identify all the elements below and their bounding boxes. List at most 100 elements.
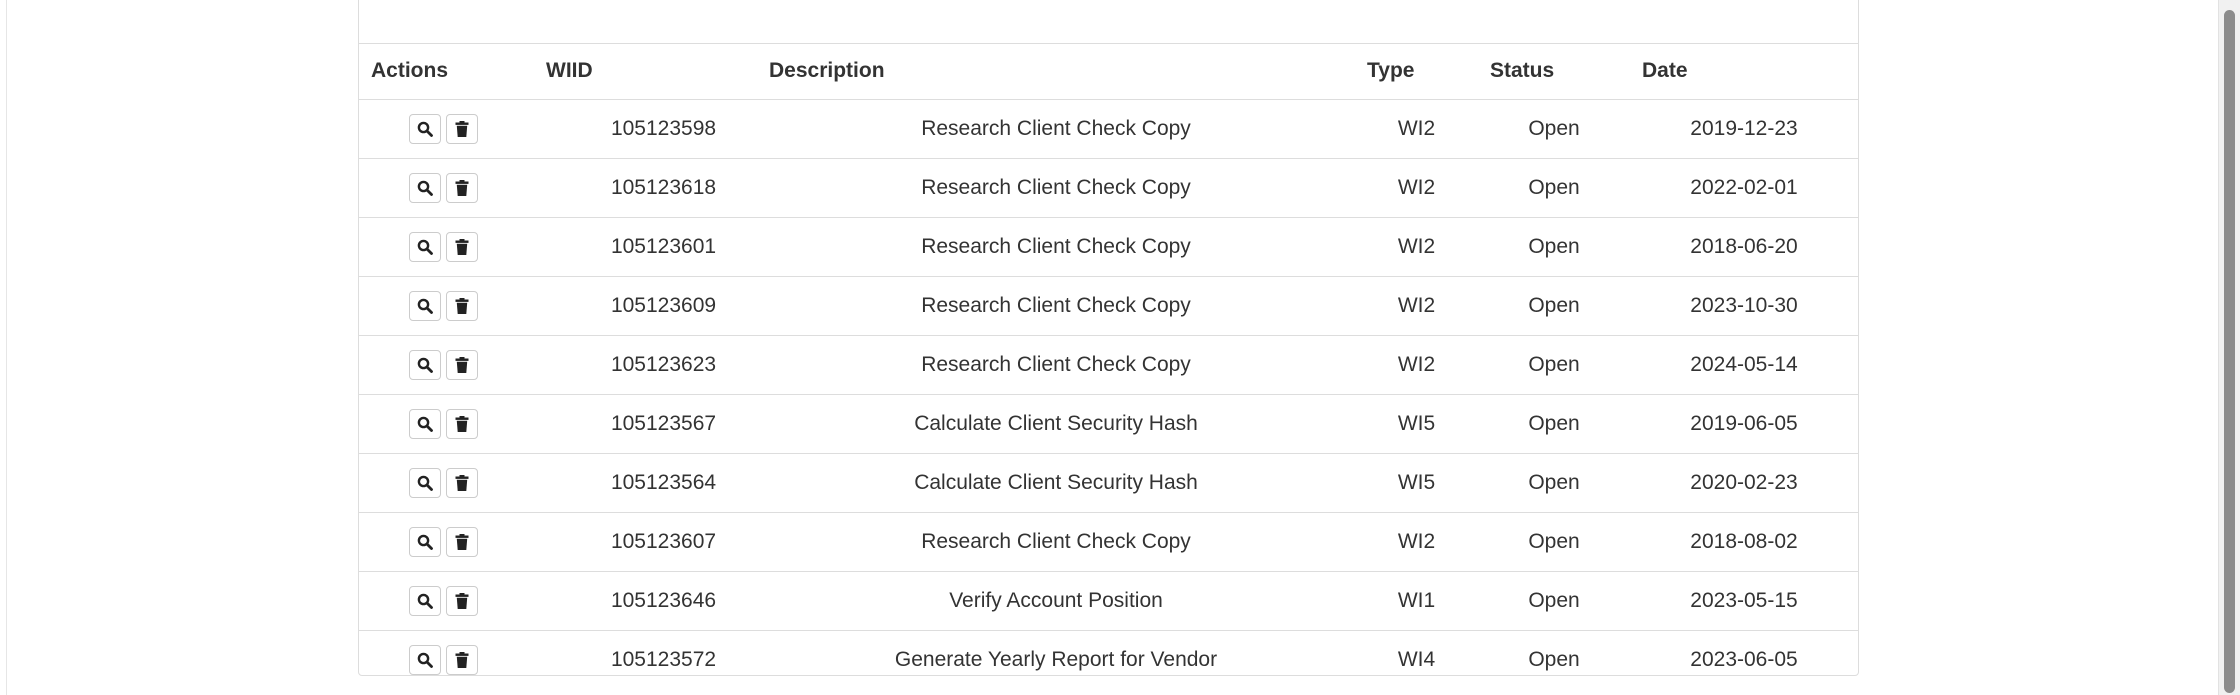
- cell-date: 2020-02-23: [1630, 452, 1858, 512]
- cell-type: WI2: [1397, 116, 1436, 140]
- cell-description: Research Client Check Copy: [757, 334, 1355, 394]
- table-row: 105123598 Research Client Check Copy WI2 Op…: [359, 99, 1858, 158]
- cell-description: Research Client Check Copy: [757, 511, 1355, 571]
- delete-button[interactable]: [446, 585, 478, 616]
- page: Actions WIID Description Type Status Dat…: [0, 0, 2240, 695]
- cell-wiid: 105123609: [534, 275, 757, 335]
- header-wiid: WIID: [534, 44, 757, 100]
- cell-date: 2019-06-05: [1630, 393, 1858, 453]
- delete-button[interactable]: [446, 231, 478, 262]
- cell-type: WI5: [1355, 452, 1478, 512]
- table-row: 105123572 Generate Yearly Report for Vend…: [359, 629, 1858, 689]
- page-left-border: [6, 0, 7, 695]
- cell-wiid: 105123623: [534, 334, 757, 394]
- cell-type: WI4: [1355, 629, 1478, 689]
- cell-type: WI2: [1355, 275, 1478, 335]
- cell-wiid: 105123598: [610, 116, 717, 140]
- row-actions: [359, 452, 534, 512]
- view-button[interactable]: [409, 585, 441, 616]
- view-button[interactable]: [409, 408, 441, 439]
- table-row: 105123618 Research Client Check Copy WI2 Op…: [359, 157, 1858, 217]
- table-body: 105123598 Research Client Check Copy WI2 Op…: [359, 99, 1858, 689]
- cell-date: 2024-05-14: [1630, 334, 1858, 394]
- cell-date: 2023-06-05: [1630, 629, 1858, 689]
- cell-type: WI2: [1355, 216, 1478, 276]
- view-button[interactable]: [409, 113, 441, 144]
- cell-wiid: 105123646: [534, 570, 757, 630]
- delete-button[interactable]: [446, 290, 478, 321]
- cell-type: WI5: [1355, 393, 1478, 453]
- header-type: Type: [1355, 44, 1478, 100]
- table-row: 105123601 Research Client Check Copy WI2 Op…: [359, 216, 1858, 276]
- cell-description: Research Client Check Copy: [757, 216, 1355, 276]
- cell-date: 2023-05-15: [1630, 570, 1858, 630]
- cell-description: Research Client Check Copy: [921, 116, 1191, 140]
- view-button[interactable]: [409, 349, 441, 380]
- cell-type: WI2: [1355, 334, 1478, 394]
- row-actions: [359, 216, 534, 276]
- scrollbar-thumb[interactable]: [2224, 10, 2235, 693]
- cell-description: Verify Account Position: [757, 570, 1355, 630]
- delete-button[interactable]: [446, 644, 478, 675]
- cell-type: WI1: [1355, 570, 1478, 630]
- table-row: 105123567 Calculate Client Security Hash W…: [359, 393, 1858, 453]
- row-actions: [359, 511, 534, 571]
- view-button[interactable]: [409, 467, 441, 498]
- delete-button[interactable]: [446, 408, 478, 439]
- row-actions: [359, 393, 534, 453]
- row-actions: [359, 629, 534, 689]
- table-row: 105123609 Research Client Check Copy WI2 Op…: [359, 275, 1858, 335]
- table-header-row: Actions WIID Description Type Status Dat…: [359, 44, 1858, 100]
- header-status: Status: [1478, 44, 1630, 100]
- delete-button[interactable]: [446, 467, 478, 498]
- cell-type: WI2: [1355, 511, 1478, 571]
- cell-description: Research Client Check Copy: [757, 275, 1355, 335]
- cell-wiid: 105123564: [534, 452, 757, 512]
- cell-status: Open: [1478, 452, 1630, 512]
- row-actions: [359, 334, 534, 394]
- cell-description: Calculate Client Security Hash: [757, 452, 1355, 512]
- cell-date: 2018-06-20: [1630, 216, 1858, 276]
- view-button[interactable]: [409, 526, 441, 557]
- cell-status: Open: [1478, 275, 1630, 335]
- cell-wiid: 105123601: [534, 216, 757, 276]
- row-actions: [359, 99, 534, 158]
- cell-status: Open: [1528, 116, 1580, 140]
- delete-button[interactable]: [446, 113, 478, 144]
- header-actions: Actions: [359, 44, 534, 100]
- cell-date: 2018-08-02: [1630, 511, 1858, 571]
- cell-description: Calculate Client Security Hash: [757, 393, 1355, 453]
- cell-wiid: 105123572: [534, 629, 757, 689]
- cell-date: 2022-02-01: [1630, 157, 1858, 217]
- work-items-table: Actions WIID Description Type Status Dat…: [359, 44, 1858, 689]
- table-row: 105123623 Research Client Check Copy WI2 Op…: [359, 334, 1858, 394]
- table-row: 105123564 Calculate Client Security Hash W…: [359, 452, 1858, 512]
- cell-status: Open: [1478, 511, 1630, 571]
- cell-date: 2023-10-30: [1630, 275, 1858, 335]
- work-items-panel: Actions WIID Description Type Status Dat…: [358, 0, 1859, 689]
- cell-status: Open: [1478, 629, 1630, 689]
- cell-type: WI2: [1355, 157, 1478, 217]
- cell-description: Generate Yearly Report for Vendor: [757, 629, 1355, 689]
- delete-button[interactable]: [446, 349, 478, 380]
- header-date: Date: [1630, 44, 1858, 100]
- delete-button[interactable]: [446, 526, 478, 557]
- cell-description: Research Client Check Copy: [757, 157, 1355, 217]
- vertical-scrollbar[interactable]: [2218, 0, 2240, 695]
- cell-wiid: 105123567: [534, 393, 757, 453]
- cell-status: Open: [1478, 157, 1630, 217]
- view-button[interactable]: [409, 290, 441, 321]
- table-row: 105123607 Research Client Check Copy WI2 Op…: [359, 511, 1858, 571]
- row-actions: [359, 157, 534, 217]
- cell-status: Open: [1478, 393, 1630, 453]
- view-button[interactable]: [409, 172, 441, 203]
- row-actions: [359, 275, 534, 335]
- table-row: 105123646 Verify Account Position WI1 Open 2…: [359, 570, 1858, 630]
- cell-status: Open: [1478, 570, 1630, 630]
- header-description: Description: [757, 44, 1355, 100]
- row-actions: [359, 570, 534, 630]
- view-button[interactable]: [409, 231, 441, 262]
- cell-status: Open: [1478, 216, 1630, 276]
- view-button[interactable]: [409, 644, 441, 675]
- delete-button[interactable]: [446, 172, 478, 203]
